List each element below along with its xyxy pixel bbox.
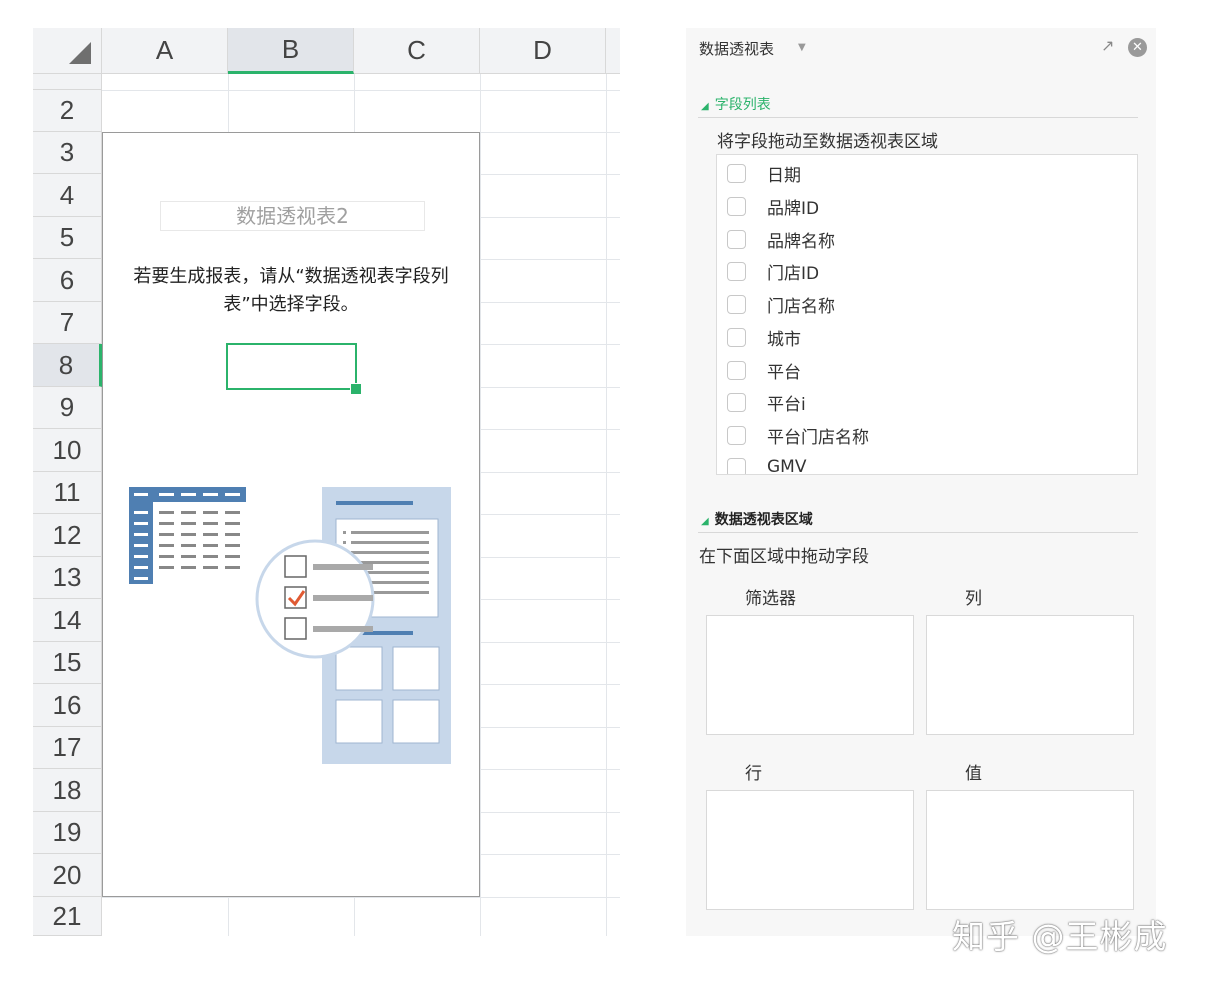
field-item[interactable]: 平台 (727, 355, 801, 385)
pivot-area-subtitle: 在下面区域中拖动字段 (699, 547, 869, 567)
grid-line (102, 897, 620, 898)
columns-zone-label: 列 (965, 589, 982, 609)
row-header[interactable]: 19 (33, 812, 102, 854)
rows-zone-label: 行 (745, 764, 762, 784)
column-header-e[interactable] (606, 28, 620, 74)
row-header[interactable]: 11 (33, 472, 102, 514)
pivot-area-section-header[interactable]: ◢ 数据透视表区域 (701, 509, 813, 529)
select-all-icon (69, 42, 91, 64)
field-item[interactable]: 门店ID (727, 256, 819, 286)
pivot-table-hint: 若要生成报表，请从“数据透视表字段列表”中选择字段。 (133, 266, 449, 315)
field-item[interactable]: GMV (727, 452, 807, 475)
field-item[interactable]: 平台门店名称 (727, 420, 869, 450)
row-header[interactable]: 21 (33, 897, 102, 936)
row-header-selected[interactable]: 8 (33, 344, 102, 387)
row-header[interactable]: 14 (33, 599, 102, 642)
row-header[interactable]: 7 (33, 302, 102, 344)
row-header[interactable]: 17 (33, 727, 102, 769)
panel-title[interactable]: 数据透视表 (699, 38, 774, 59)
field-checkbox[interactable] (727, 327, 746, 347)
field-item[interactable]: 门店名称 (727, 289, 835, 319)
row-header[interactable]: 9 (33, 387, 102, 429)
column-header-d[interactable]: D (480, 28, 606, 74)
collapse-triangle-icon: ◢ (701, 101, 709, 112)
row-header[interactable]: 5 (33, 217, 102, 259)
grid-line (606, 74, 607, 936)
filter-drop-zone[interactable] (706, 615, 914, 735)
row-header-partial[interactable] (33, 74, 102, 90)
fill-handle[interactable] (350, 383, 362, 395)
field-item[interactable]: 日期 (727, 158, 801, 188)
section-divider (698, 532, 1138, 533)
field-checkbox[interactable] (727, 261, 746, 281)
row-header[interactable]: 6 (33, 259, 102, 302)
close-icon[interactable]: ✕ (1128, 38, 1147, 57)
row-header[interactable]: 16 (33, 684, 102, 727)
field-checkbox[interactable] (727, 196, 746, 216)
field-checkbox[interactable] (727, 229, 746, 249)
values-drop-zone[interactable] (926, 790, 1134, 910)
field-item[interactable]: 城市 (727, 322, 801, 352)
field-checkbox[interactable] (727, 425, 746, 445)
row-header[interactable]: 15 (33, 642, 102, 684)
row-header[interactable]: 3 (33, 132, 102, 174)
field-label: 城市 (767, 329, 801, 350)
field-list-section-header[interactable]: ◢ 字段列表 (701, 94, 771, 114)
row-header[interactable]: 20 (33, 854, 102, 897)
field-label: 平台门店名称 (767, 427, 869, 448)
column-header-a[interactable]: A (102, 28, 228, 74)
filter-zone-label: 筛选器 (745, 589, 796, 609)
field-list-subtitle: 将字段拖动至数据透视表区域 (717, 132, 938, 152)
select-all-corner[interactable] (33, 28, 102, 74)
section-divider (698, 117, 1138, 118)
pivot-table-name[interactable]: 数据透视表2 (160, 201, 425, 231)
expand-icon[interactable]: ↗ (1101, 36, 1114, 55)
caret-down-icon[interactable]: ▼ (798, 42, 806, 53)
row-header[interactable]: 13 (33, 557, 102, 599)
field-checkbox[interactable] (727, 294, 746, 314)
field-label: 平台i (767, 394, 806, 415)
collapse-triangle-icon: ◢ (701, 516, 709, 527)
column-header-c[interactable]: C (354, 28, 480, 74)
field-checkbox[interactable] (727, 457, 746, 474)
row-header[interactable]: 18 (33, 769, 102, 812)
row-header[interactable]: 10 (33, 429, 102, 472)
field-checkbox[interactable] (727, 163, 746, 183)
columns-drop-zone[interactable] (926, 615, 1134, 735)
grid-line (480, 74, 481, 936)
field-item[interactable]: 品牌ID (727, 191, 819, 221)
row-header[interactable]: 2 (33, 90, 102, 132)
field-label: 门店名称 (767, 296, 835, 317)
field-label: 品牌ID (767, 198, 820, 219)
pivot-field-panel: 数据透视表 ▼ ↗ ✕ ◢ 字段列表 将字段拖动至数据透视表区域 日期 品牌ID … (686, 28, 1156, 936)
field-list[interactable]: 日期 品牌ID 品牌名称 门店ID 门店名称 城市 平台 平台i 平台门店名称 … (716, 154, 1138, 475)
grid-line (102, 90, 620, 91)
field-label: 日期 (767, 165, 801, 186)
pivot-area-title: 数据透视表区域 (714, 512, 813, 528)
field-checkbox[interactable] (727, 392, 746, 412)
field-label: 品牌名称 (767, 231, 835, 252)
watermark: 知乎 @王彬成 (952, 917, 1168, 956)
field-label: 门店ID (767, 263, 820, 284)
column-header-b[interactable]: B (228, 28, 354, 74)
field-item[interactable]: 平台i (727, 387, 806, 417)
row-header[interactable]: 4 (33, 174, 102, 217)
field-label: GMV (767, 457, 807, 475)
field-item[interactable]: 品牌名称 (727, 224, 835, 254)
spreadsheet: A B C D 2 3 4 5 6 7 8 9 10 11 12 13 14 1… (33, 28, 620, 936)
field-list-title: 字段列表 (714, 97, 771, 113)
pivot-illustration-icon (129, 487, 451, 764)
values-zone-label: 值 (965, 764, 982, 784)
pivot-table-placeholder[interactable]: 数据透视表2 若要生成报表，请从“数据透视表字段列表”中选择字段。 (102, 132, 480, 897)
active-cell-b8[interactable] (226, 343, 357, 390)
rows-drop-zone[interactable] (706, 790, 914, 910)
row-header[interactable]: 12 (33, 514, 102, 557)
field-checkbox[interactable] (727, 360, 746, 380)
field-label: 平台 (767, 362, 801, 383)
